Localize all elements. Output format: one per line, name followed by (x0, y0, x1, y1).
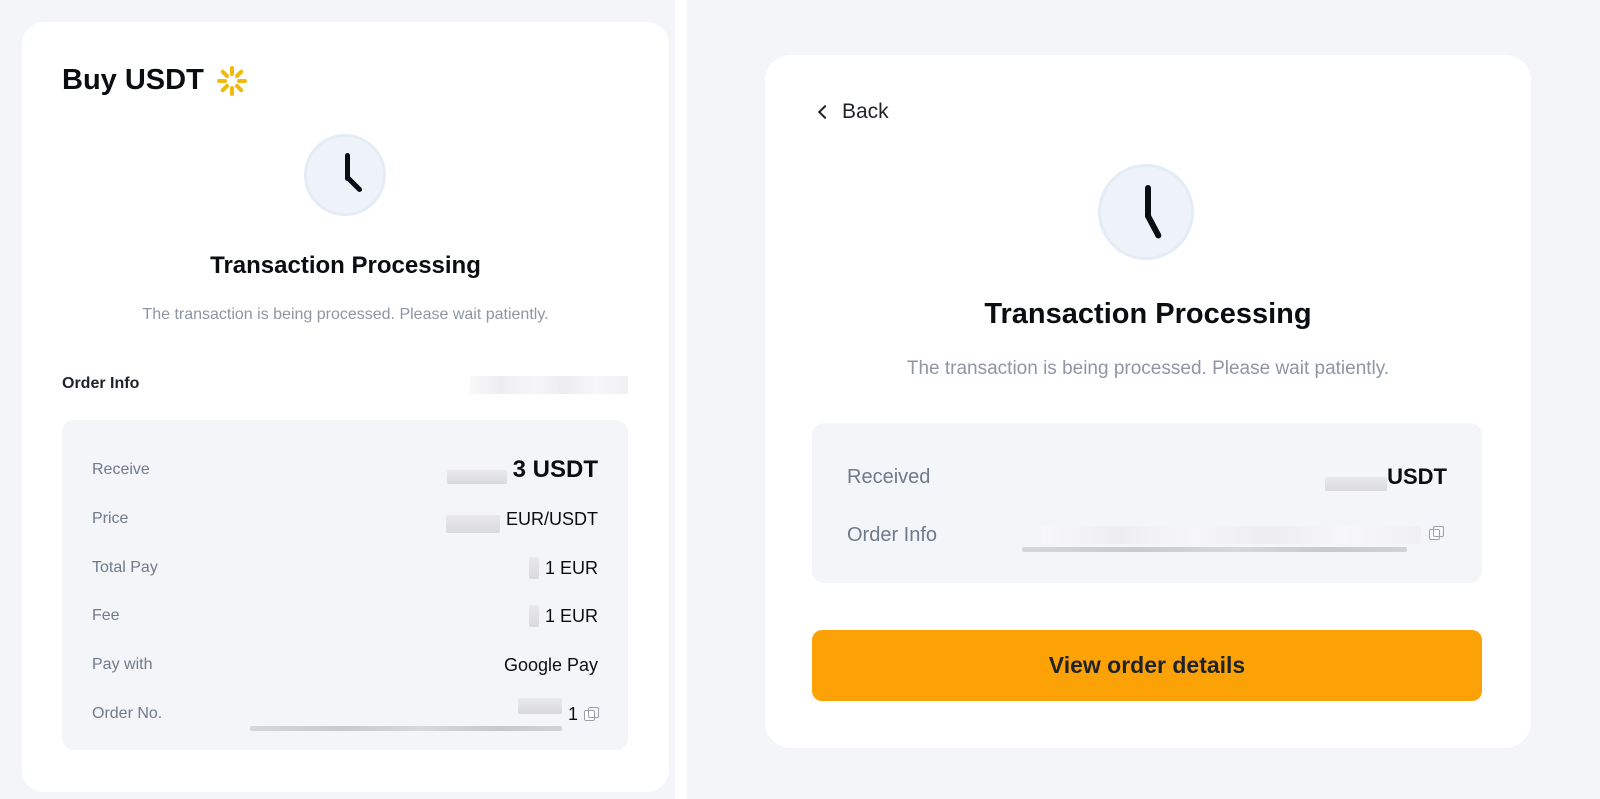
chevron-left-icon (817, 104, 833, 120)
redacted-order-id (1041, 526, 1421, 544)
order-details-box: Receive 3 USDT Price EUR/USDT Total Pay … (62, 420, 628, 750)
summary-row-received: Received USDT (847, 461, 1447, 493)
detail-label: Price (92, 510, 129, 527)
back-label: Back (842, 100, 889, 123)
detail-row-total-pay: Total Pay 1 EUR (92, 554, 598, 582)
detail-label: Order No. (92, 705, 163, 722)
detail-row-fee: Fee 1 EUR (92, 602, 598, 630)
detail-value: 1 EUR (528, 557, 598, 579)
status-heading: Transaction Processing (984, 298, 1312, 330)
card-title-text: Buy USDT (62, 64, 204, 96)
transaction-status-card: Back Transaction Processing The transact… (765, 55, 1531, 748)
summary-value: USDT (1325, 463, 1447, 491)
summary-value (1041, 526, 1447, 544)
detail-row-pay-with: Pay with Google Pay (92, 651, 598, 679)
redacted-received-amount (1325, 477, 1388, 491)
detail-value: 1 (517, 698, 599, 725)
loading-spinner-icon (216, 65, 248, 97)
detail-row-order-no: Order No. 1 (92, 698, 599, 728)
redacted-order-id-line (1022, 547, 1407, 552)
redacted-amount (446, 470, 507, 484)
detail-label: Fee (92, 607, 120, 624)
back-button[interactable]: Back (817, 100, 889, 124)
redacted-order-info (470, 376, 628, 394)
copy-icon[interactable] (1429, 526, 1447, 544)
redacted-total (528, 557, 539, 579)
detail-value: 3 USDT (446, 456, 598, 484)
status-subtitle: The transaction is being processed. Plea… (906, 358, 1390, 379)
summary-label: Received (847, 465, 931, 488)
detail-value: Google Pay (503, 654, 598, 675)
redacted-order-no (517, 698, 562, 714)
detail-label: Pay with (92, 656, 153, 673)
detail-label: Total Pay (92, 559, 158, 576)
view-order-details-button[interactable]: View order details (812, 630, 1482, 701)
redacted-price (445, 515, 500, 533)
panel-divider (675, 0, 687, 799)
status-subtitle: The transaction is being processed. Plea… (142, 306, 549, 323)
detail-row-price: Price EUR/USDT (92, 505, 598, 533)
order-summary-box: Received USDT Order Info (812, 423, 1482, 583)
redacted-fee (528, 605, 539, 627)
summary-label: Order Info (847, 523, 938, 546)
detail-label: Receive (92, 461, 150, 478)
order-info-label: Order Info (62, 375, 140, 392)
buy-usdt-card: Buy USDT Transaction Processing The tran… (22, 22, 669, 792)
detail-value: 1 EUR (528, 605, 598, 627)
detail-value: EUR/USDT (445, 505, 598, 533)
detail-row-receive: Receive 3 USDT (92, 456, 598, 484)
clock-icon (1098, 164, 1194, 260)
redacted-order-no-line (250, 726, 562, 731)
status-heading: Transaction Processing (210, 252, 481, 279)
clock-icon (304, 134, 386, 216)
copy-icon[interactable] (584, 707, 599, 721)
card-title: Buy USDT (62, 64, 248, 97)
